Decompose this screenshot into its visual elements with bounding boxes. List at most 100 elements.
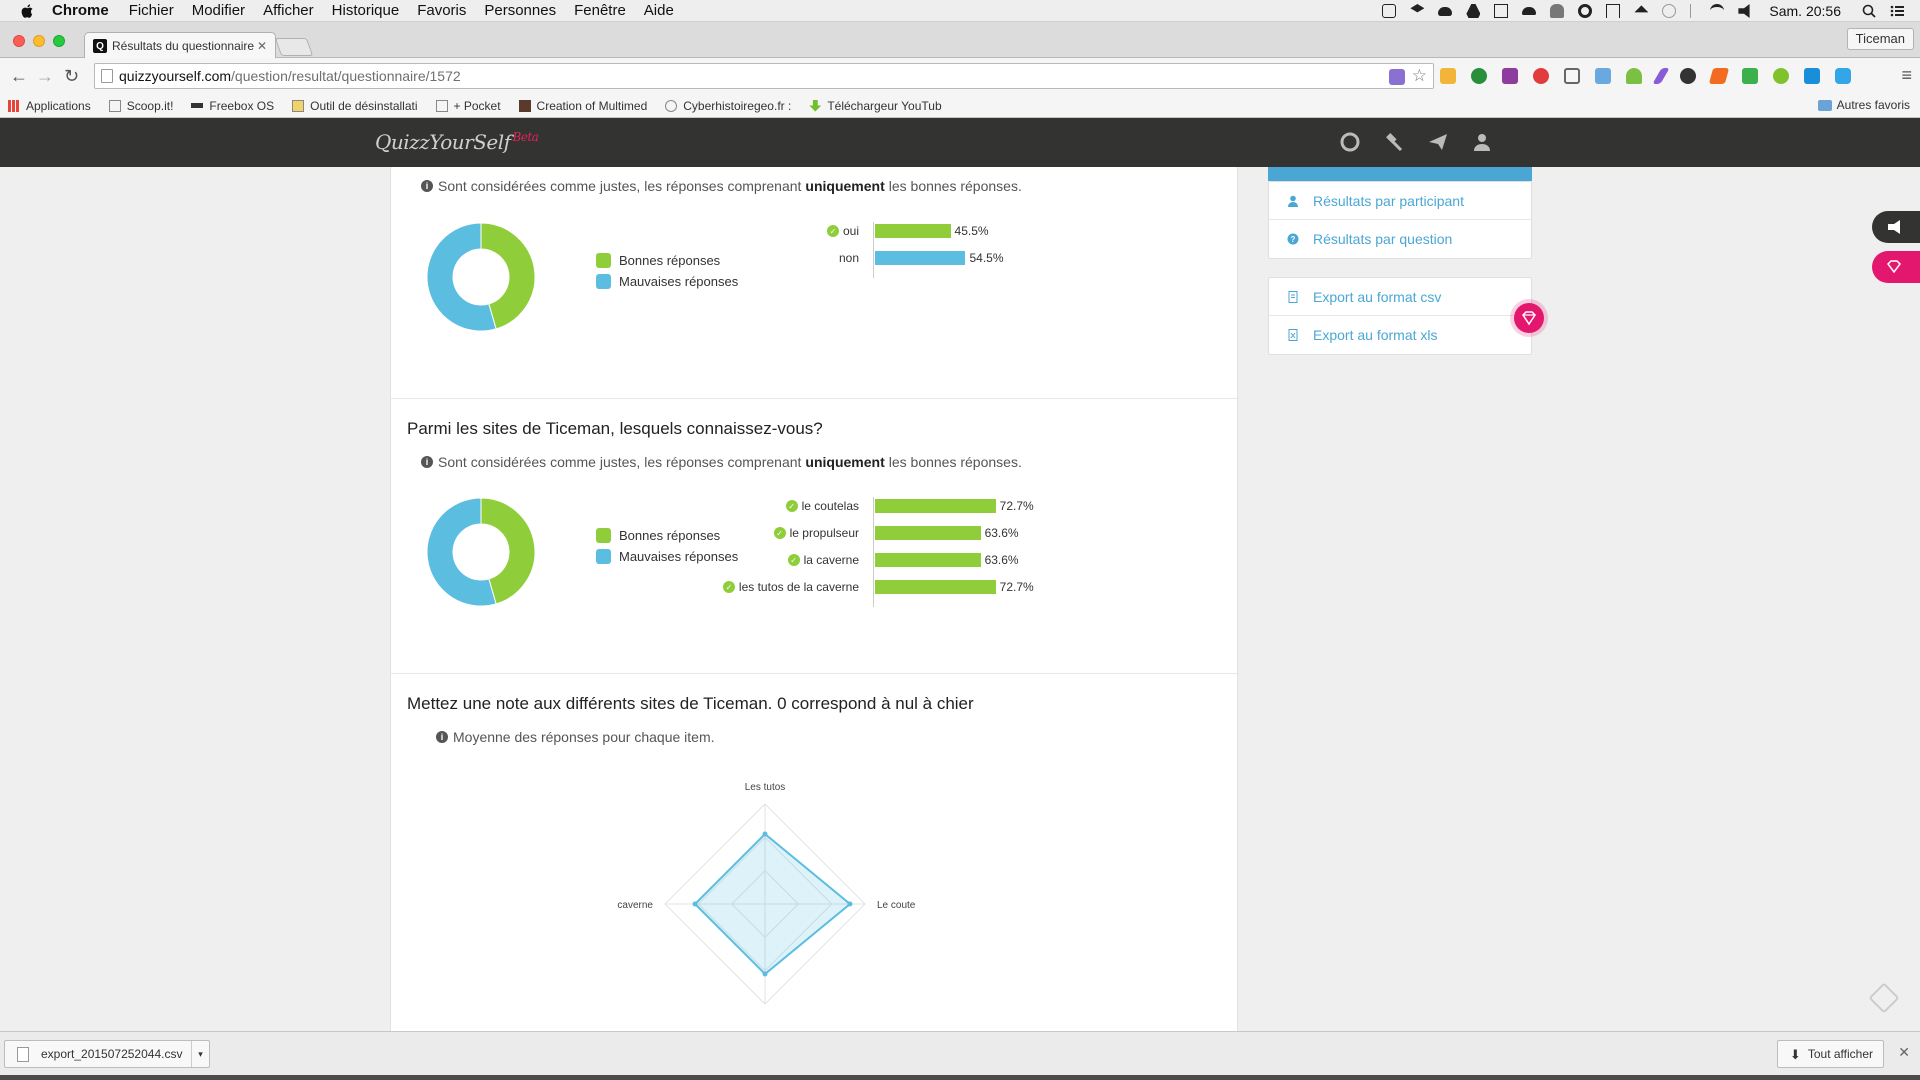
bluetooth-icon[interactable] (1690, 4, 1696, 18)
menu-historique[interactable]: Historique (332, 2, 400, 19)
profile-button[interactable]: Ticeman (1846, 28, 1914, 50)
menu-fichier[interactable]: Fichier (129, 2, 174, 19)
diamond-icon (1522, 311, 1536, 326)
airplay-icon[interactable] (1606, 4, 1621, 18)
menu-personnes[interactable]: Personnes (484, 2, 556, 19)
extension-camera-icon[interactable] (1595, 68, 1611, 84)
wifi-icon[interactable] (1710, 4, 1725, 18)
multimedia-icon (518, 99, 531, 112)
forward-arrow-icon[interactable]: → (36, 66, 54, 87)
bookmark-youtube-downloader[interactable]: Téléchargeur YouTub (809, 99, 942, 113)
bookmark-pocket[interactable]: + Pocket (435, 99, 501, 113)
premium-diamond-button[interactable] (1514, 303, 1544, 333)
bar-label-text: le coutelas (801, 499, 859, 513)
address-bar[interactable]: quizzyourself.com/question/resultat/ques… (94, 63, 1434, 89)
export-csv-link[interactable]: Export au format csv (1269, 278, 1531, 316)
bookmark-star-icon[interactable]: ☆ (1412, 66, 1427, 86)
show-all-downloads-button[interactable]: ⬇ Tout afficher (1776, 1040, 1884, 1068)
bookmark-applications[interactable]: Applications (8, 99, 91, 113)
help-lifebuoy-icon[interactable] (1340, 132, 1360, 152)
close-tab-icon[interactable]: ✕ (257, 39, 267, 53)
export-xls-link[interactable]: Export au format xls (1269, 316, 1531, 354)
results-by-question-link[interactable]: ? Résultats par question (1269, 220, 1531, 258)
spotlight-search-icon[interactable] (1862, 4, 1876, 18)
back-to-top-icon[interactable] (1868, 982, 1900, 1014)
notification-center-icon[interactable] (1890, 4, 1904, 18)
user-icon[interactable] (1472, 132, 1492, 152)
time-machine-icon[interactable] (1662, 4, 1677, 18)
creative-cloud-icon[interactable] (1578, 4, 1593, 18)
close-window-button[interactable] (13, 35, 25, 47)
menu-aide[interactable]: Aide (644, 2, 674, 19)
question-title: Mettez une note aux différents sites de … (407, 694, 974, 713)
bar-label-text: la caverne (803, 553, 859, 567)
file-icon (17, 1047, 29, 1062)
apple-icon[interactable] (20, 3, 36, 19)
menu-app-chrome[interactable]: Chrome (52, 2, 109, 19)
announcement-button[interactable] (1872, 211, 1920, 243)
premium-button[interactable] (1872, 251, 1920, 283)
picture-icon[interactable] (1494, 4, 1509, 18)
extension-bookmark-icon[interactable] (1708, 68, 1730, 84)
chrome-menu-icon[interactable]: ≡ (1901, 65, 1912, 86)
bookmark-creation-multimedia[interactable]: Creation of Multimed (518, 99, 647, 113)
cat-icon (665, 99, 678, 112)
checkbox-status-icon[interactable] (1382, 4, 1397, 18)
page-icon (435, 99, 448, 112)
send-plane-icon[interactable] (1428, 132, 1448, 152)
bookmark-outil-desinstallation[interactable]: Outil de désinstallati (292, 99, 418, 113)
status-menus: Sam. 20:56 (1375, 0, 1920, 22)
extension-cat-icon[interactable] (1835, 68, 1851, 84)
hammer-icon[interactable] (1384, 132, 1404, 152)
onedrive-icon[interactable] (1522, 7, 1537, 15)
megaphone-icon (1888, 220, 1900, 234)
download-options-caret-icon[interactable]: ▾ (191, 1041, 209, 1067)
extension-evernote-icon[interactable] (1471, 68, 1487, 84)
menu-favoris[interactable]: Favoris (417, 2, 466, 19)
dropbox-icon[interactable] (1410, 4, 1425, 13)
bookmark-cyberhistoiregeo[interactable]: Cyberhistoiregeo.fr : (665, 99, 791, 113)
bookmark-other[interactable]: Autres favoris (1817, 98, 1910, 112)
extension-screen-icon[interactable] (1804, 68, 1820, 84)
quizzyourself-favicon: Q (93, 39, 107, 53)
bookmark-freebox[interactable]: Freebox OS (191, 99, 274, 113)
close-download-shelf-icon[interactable]: ✕ (1898, 1044, 1910, 1061)
drive-icon[interactable] (1466, 4, 1481, 18)
zoom-window-button[interactable] (53, 35, 65, 47)
extension-onenote-icon[interactable] (1502, 68, 1518, 84)
bookmark-scoopit[interactable]: Scoop.it! (108, 99, 173, 113)
tab-resultats[interactable]: Q Résultats du questionnaire ✕ (84, 32, 276, 59)
site-logo[interactable]: QuizzYourSelf Beta (375, 130, 539, 154)
radar-point (847, 901, 853, 907)
minimize-window-button[interactable] (33, 35, 45, 47)
extension-circle-icon[interactable] (1680, 68, 1696, 84)
radar-point (762, 971, 768, 977)
cloud-icon[interactable] (1438, 6, 1453, 16)
info-icon: i (436, 731, 448, 743)
page-icon (108, 99, 121, 112)
results-by-participant-link[interactable]: Résultats par participant (1269, 182, 1531, 220)
menu-modifier[interactable]: Modifier (192, 2, 245, 19)
extension-pen-icon[interactable] (1652, 68, 1670, 84)
menu-fenetre[interactable]: Fenêtre (574, 2, 626, 19)
menu-afficher[interactable]: Afficher (263, 2, 314, 19)
new-tab-button[interactable] (274, 38, 314, 56)
extension-page-icon[interactable] (1389, 69, 1405, 85)
extension-green-dot-icon[interactable] (1773, 68, 1789, 84)
extension-print-icon[interactable] (1742, 68, 1758, 84)
download-item[interactable]: export_201507252044.csv ▾ (4, 1040, 210, 1068)
volume-icon[interactable] (1738, 4, 1750, 18)
extension-lastpass-icon[interactable] (1533, 68, 1549, 84)
check-icon: ✓ (787, 554, 800, 566)
menu-clock[interactable]: Sam. 20:56 (1769, 3, 1841, 19)
eject-icon[interactable] (1634, 5, 1649, 13)
extension-puzzle-icon[interactable] (1440, 68, 1456, 84)
bar-label-text: non (838, 251, 859, 265)
extension-pin-icon[interactable] (1626, 68, 1642, 84)
back-arrow-icon[interactable]: ← (10, 66, 28, 87)
question-note: i Moyenne des réponses pour chaque item. (436, 729, 715, 745)
reload-icon[interactable]: ↻ (64, 66, 79, 87)
bell-icon[interactable] (1550, 4, 1565, 18)
freebox-icon (191, 103, 204, 108)
extension-copy-icon[interactable] (1564, 68, 1580, 84)
